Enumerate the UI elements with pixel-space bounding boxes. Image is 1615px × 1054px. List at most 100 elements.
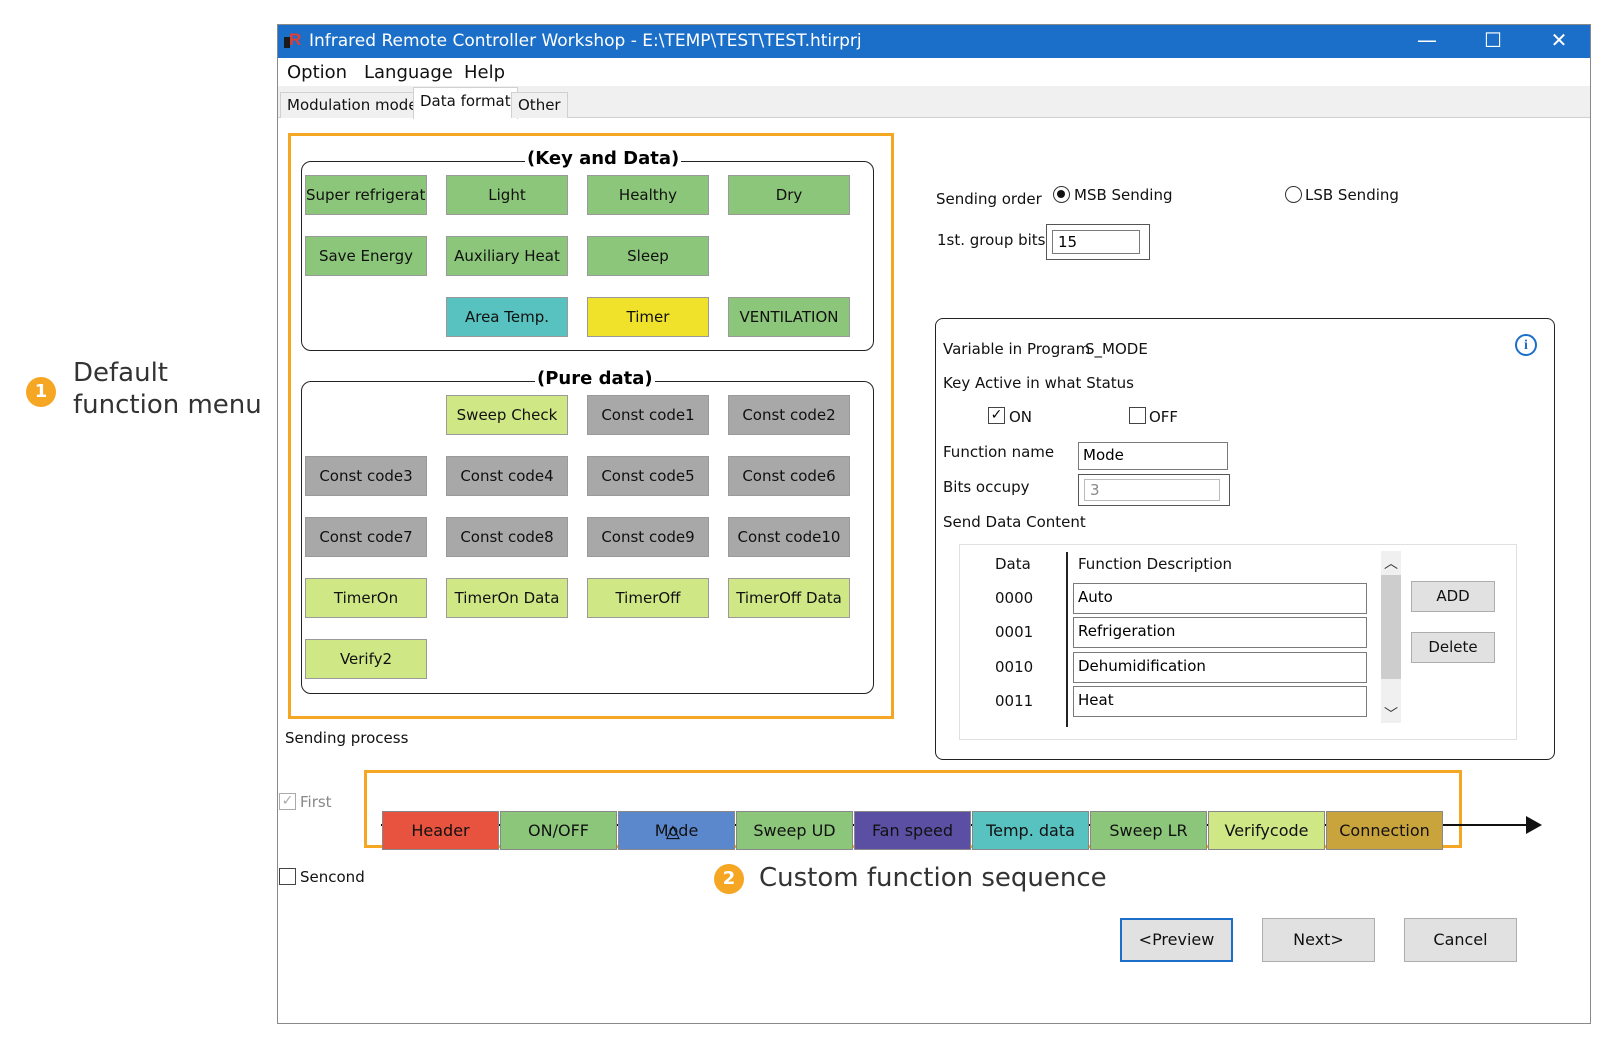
sequence-block-on-off[interactable]: ON/OFF bbox=[500, 811, 617, 850]
lsb-sending-radio[interactable] bbox=[1285, 186, 1302, 203]
callout-number-1: 1 bbox=[26, 377, 56, 407]
app-window: R Infrared Remote Controller Workshop - … bbox=[277, 24, 1591, 1024]
callout-line-1: Default bbox=[73, 358, 168, 388]
msb-sending-label: MSB Sending bbox=[1074, 186, 1173, 204]
function-button-timeron-data[interactable]: TimerOn Data bbox=[446, 578, 568, 618]
function-button-sweep-check[interactable]: Sweep Check bbox=[446, 395, 568, 435]
app-icon: R bbox=[284, 30, 301, 50]
function-button-const-code1[interactable]: Const code1 bbox=[587, 395, 709, 435]
scroll-down-icon[interactable]: ﹀ bbox=[1384, 704, 1398, 724]
data-table-divider bbox=[1066, 552, 1068, 727]
menu-bar: Option Language Help bbox=[278, 58, 1590, 86]
variable-in-program-label: Variable in Program bbox=[943, 340, 1091, 358]
function-button-sleep[interactable]: Sleep bbox=[587, 236, 709, 276]
bits-occupy-label: Bits occupy bbox=[943, 478, 1030, 496]
menu-option[interactable]: Option bbox=[287, 62, 347, 83]
function-button-timeron[interactable]: TimerOn bbox=[305, 578, 427, 618]
cancel-button[interactable]: Cancel bbox=[1404, 918, 1517, 962]
callout-number-2: 2 bbox=[714, 864, 744, 894]
scroll-up-icon[interactable]: ︿ bbox=[1384, 553, 1398, 573]
function-button-const-code9[interactable]: Const code9 bbox=[587, 517, 709, 557]
next-button[interactable]: Next> bbox=[1262, 918, 1375, 962]
sequence-block-fan-speed[interactable]: Fan speed bbox=[854, 811, 971, 850]
function-button-light[interactable]: Light bbox=[446, 175, 568, 215]
second-checkbox[interactable] bbox=[279, 868, 296, 885]
function-button-dry[interactable]: Dry bbox=[728, 175, 850, 215]
maximize-button[interactable]: ☐ bbox=[1460, 25, 1526, 58]
first-checkbox[interactable]: ✓ bbox=[279, 793, 296, 810]
radio-selected-dot bbox=[1057, 190, 1065, 198]
pure-data-title: (Pure data) bbox=[535, 368, 655, 389]
scrollbar-thumb[interactable] bbox=[1381, 575, 1401, 679]
function-button-const-code5[interactable]: Const code5 bbox=[587, 456, 709, 496]
tab-data-format[interactable]: Data format bbox=[413, 87, 518, 119]
add-button[interactable]: ADD bbox=[1411, 581, 1495, 612]
table-cell-description-input[interactable]: Heat bbox=[1073, 686, 1367, 717]
sequence-block-temp-data[interactable]: Temp. data bbox=[972, 811, 1089, 850]
key-and-data-title: (Key and Data) bbox=[525, 148, 682, 169]
preview-button[interactable]: <Preview bbox=[1120, 918, 1233, 962]
sending-process-label: Sending process bbox=[285, 729, 409, 747]
close-button[interactable]: ✕ bbox=[1526, 25, 1592, 58]
table-cell-data: 0011 bbox=[995, 692, 1034, 710]
function-button-const-code6[interactable]: Const code6 bbox=[728, 456, 850, 496]
table-cell-description-input[interactable]: Refrigeration bbox=[1073, 617, 1367, 648]
function-button-super-refrigerate[interactable]: Super refrigerate bbox=[305, 175, 427, 215]
table-cell-data: 0010 bbox=[995, 658, 1034, 676]
menu-help[interactable]: Help bbox=[464, 62, 505, 83]
delete-button[interactable]: Delete bbox=[1411, 632, 1495, 663]
function-button-const-code2[interactable]: Const code2 bbox=[728, 395, 850, 435]
selected-marker-icon: △ bbox=[666, 821, 680, 842]
sequence-block-sweep-lr[interactable]: Sweep LR bbox=[1090, 811, 1207, 850]
table-cell-description-input[interactable]: Auto bbox=[1073, 583, 1367, 614]
sequence-block-connection[interactable]: Connection bbox=[1326, 811, 1443, 850]
function-button-timeroff-data[interactable]: TimerOff Data bbox=[728, 578, 850, 618]
send-data-content-label: Send Data Content bbox=[943, 513, 1086, 531]
function-name-input[interactable]: Mode bbox=[1078, 442, 1228, 470]
table-cell-description-input[interactable]: Dehumidification bbox=[1073, 652, 1367, 683]
function-button-area-temp[interactable]: Area Temp. bbox=[446, 297, 568, 337]
lsb-sending-label: LSB Sending bbox=[1305, 186, 1399, 204]
callout-text-1: Default function menu bbox=[73, 357, 262, 421]
status-on-label: ON bbox=[1009, 408, 1033, 426]
table-cell-data: 0001 bbox=[995, 623, 1034, 641]
function-button-const-code7[interactable]: Const code7 bbox=[305, 517, 427, 557]
second-label: Sencond bbox=[300, 868, 365, 886]
menu-language[interactable]: Language bbox=[364, 62, 453, 83]
key-active-status-label: Key Active in what Status bbox=[943, 374, 1134, 392]
tab-bar: Modulation mode Data format Other bbox=[278, 86, 1590, 119]
callout-line-2: function menu bbox=[73, 390, 262, 420]
bits-occupy-input: 3 bbox=[1084, 479, 1220, 501]
function-button-save-energy[interactable]: Save Energy bbox=[305, 236, 427, 276]
sending-order-label: Sending order bbox=[936, 190, 1042, 208]
function-button-timer[interactable]: Timer bbox=[587, 297, 709, 337]
function-button-ventilation[interactable]: VENTILATION bbox=[728, 297, 850, 337]
function-button-healthy[interactable]: Healthy bbox=[587, 175, 709, 215]
sequence-block-sweep-ud[interactable]: Sweep UD bbox=[736, 811, 853, 850]
function-button-const-code10[interactable]: Const code10 bbox=[728, 517, 850, 557]
window-title: Infrared Remote Controller Workshop - E:… bbox=[309, 31, 862, 51]
tab-other[interactable]: Other bbox=[511, 92, 568, 118]
callout-text-2: Custom function sequence bbox=[759, 863, 1107, 893]
table-header-function-description: Function Description bbox=[1078, 555, 1232, 573]
function-button-const-code4[interactable]: Const code4 bbox=[446, 456, 568, 496]
function-button-const-code3[interactable]: Const code3 bbox=[305, 456, 427, 496]
function-button-verify2[interactable]: Verify2 bbox=[305, 639, 427, 679]
msb-sending-radio[interactable] bbox=[1053, 186, 1070, 203]
table-cell-data: 0000 bbox=[995, 589, 1034, 607]
status-on-checkbox[interactable]: ✓ bbox=[988, 407, 1005, 424]
function-name-label: Function name bbox=[943, 443, 1055, 461]
group-bits-label: 1st. group bits bbox=[937, 231, 1046, 249]
sequence-block-header[interactable]: Header bbox=[382, 811, 499, 850]
group-bits-input[interactable]: 15 bbox=[1052, 230, 1140, 254]
status-off-label: OFF bbox=[1149, 408, 1179, 426]
function-button-timeroff[interactable]: TimerOff bbox=[587, 578, 709, 618]
function-button-const-code8[interactable]: Const code8 bbox=[446, 517, 568, 557]
status-off-checkbox[interactable] bbox=[1129, 407, 1146, 424]
tab-modulation-mode[interactable]: Modulation mode bbox=[280, 92, 425, 118]
function-button-auxiliary-heat[interactable]: Auxiliary Heat bbox=[446, 236, 568, 276]
info-icon[interactable]: i bbox=[1515, 334, 1537, 356]
minimize-button[interactable]: — bbox=[1394, 25, 1460, 58]
title-bar: R Infrared Remote Controller Workshop - … bbox=[278, 25, 1590, 58]
sequence-block-verifycode[interactable]: Verifycode bbox=[1208, 811, 1325, 850]
